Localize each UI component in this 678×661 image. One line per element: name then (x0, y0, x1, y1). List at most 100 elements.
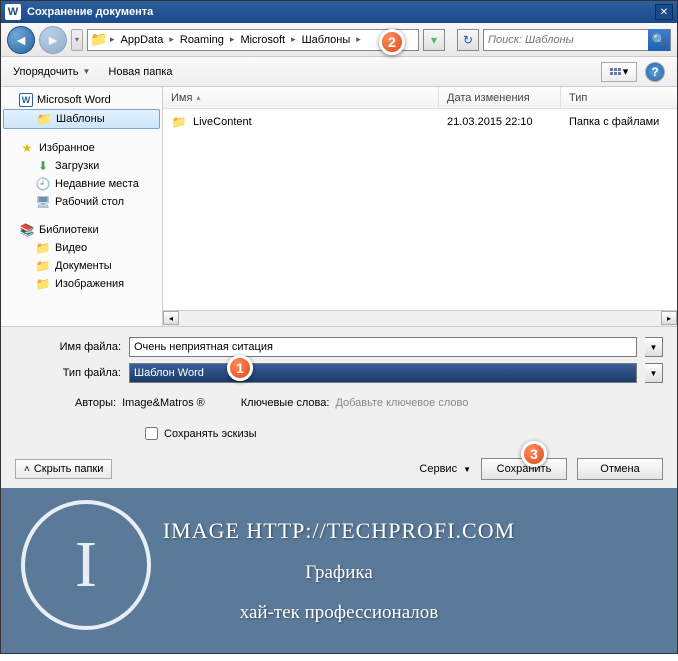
authors-label: Авторы: (75, 397, 116, 409)
breadcrumb-sep[interactable]: ▸ (228, 34, 237, 45)
column-type[interactable]: Тип (561, 87, 677, 108)
sidebar-item-favorites[interactable]: ★ Избранное (1, 139, 162, 157)
file-date: 21.03.2015 22:10 (439, 113, 561, 131)
sidebar-item-desktop[interactable]: 🖥 Рабочий стол (1, 193, 162, 211)
chevron-down-icon: ▼ (82, 67, 90, 76)
file-list-body[interactable]: 📁 LiveContent 21.03.2015 22:10 Папка с ф… (163, 109, 677, 310)
chevron-up-icon: ˄ (24, 464, 30, 475)
scroll-left-button[interactable]: ◂ (163, 311, 179, 325)
back-button[interactable]: ◄ (7, 26, 35, 54)
save-thumbnail-checkbox[interactable] (145, 427, 158, 440)
star-icon: ★ (19, 141, 35, 155)
sidebar-item-recent[interactable]: 🕘 Недавние места (1, 175, 162, 193)
filetype-dropdown[interactable]: ▼ (645, 363, 663, 383)
chevron-down-icon: ▼ (463, 465, 471, 474)
breadcrumb-item[interactable]: Microsoft (236, 32, 289, 48)
chevron-down-icon: ▾ (623, 65, 629, 78)
cancel-button[interactable]: Отмена (577, 458, 663, 480)
sidebar-tree[interactable]: W Microsoft Word 📁 Шаблоны ★ Избранное ⬇… (1, 87, 163, 326)
refresh-button[interactable]: ↻ (457, 29, 479, 51)
filename-label: Имя файла: (15, 341, 121, 353)
keywords-hint[interactable]: Добавьте ключевое слово (335, 397, 468, 409)
authors-value[interactable]: Image&Matros ® (122, 397, 205, 409)
brand-tagline-2: хай-тек профессионалов (240, 602, 439, 624)
sidebar-item-label: Рабочий стол (55, 196, 124, 208)
tools-menu[interactable]: Сервис ▼ (419, 463, 471, 475)
breadcrumb-item[interactable]: Roaming (176, 32, 228, 48)
brand-logo: I (21, 500, 151, 630)
hide-folders-label: Скрыть папки (34, 463, 104, 475)
callout-marker-1: 1 (227, 355, 253, 381)
window-titlebar: W Сохранение документа ✕ (1, 1, 677, 23)
recent-icon: 🕘 (35, 177, 51, 191)
sidebar-item-label: Избранное (39, 142, 95, 154)
horizontal-scrollbar[interactable]: ◂ ▸ (163, 310, 677, 326)
folder-icon: 📁 (36, 112, 52, 126)
filename-input[interactable] (129, 337, 637, 357)
file-name: LiveContent (193, 116, 252, 128)
save-thumbnail-label: Сохранять эскизы (164, 428, 257, 440)
folder-icon: 📁 (90, 31, 108, 49)
breadcrumb-sep[interactable]: ▸ (167, 34, 176, 45)
breadcrumb-bar[interactable]: 📁 ▸ AppData ▸ Roaming ▸ Microsoft ▸ Шабл… (87, 29, 419, 51)
hide-folders-button[interactable]: ˄ Скрыть папки (15, 459, 112, 479)
organize-menu[interactable]: Упорядочить ▼ (13, 66, 90, 78)
new-folder-button[interactable]: Новая папка (108, 66, 172, 78)
view-mode-button[interactable]: ▾ (601, 62, 637, 82)
sidebar-item-label: Microsoft Word (37, 94, 111, 106)
history-dropdown[interactable]: ▾ (71, 29, 83, 51)
folder-icon: 📁 (171, 115, 187, 129)
search-box[interactable]: 🔍 (483, 29, 671, 51)
filetype-select[interactable]: Шаблон Word (129, 363, 637, 383)
brand-url: IMAGE HTTP://TECHPROFI.COM (163, 518, 515, 544)
sidebar-item-label: Изображения (55, 278, 124, 290)
organize-label: Упорядочить (13, 66, 78, 78)
sidebar-item-images[interactable]: 📁 Изображения (1, 275, 162, 293)
sidebar-item-msword[interactable]: W Microsoft Word (1, 91, 162, 109)
column-name[interactable]: Имя ▴ (163, 87, 439, 108)
brand-footer: I IMAGE HTTP://TECHPROFI.COM Графика хай… (1, 488, 677, 653)
sidebar-item-downloads[interactable]: ⬇ Загрузки (1, 157, 162, 175)
new-folder-label: Новая папка (108, 66, 172, 78)
grid-icon (610, 68, 621, 75)
close-button[interactable]: ✕ (655, 4, 673, 20)
toolbar: Упорядочить ▼ Новая папка ▾ ? (1, 57, 677, 87)
navigation-bar: ◄ ► ▾ 📁 ▸ AppData ▸ Roaming ▸ Microsoft … (1, 23, 677, 57)
sidebar-item-label: Видео (55, 242, 87, 254)
sidebar-item-video[interactable]: 📁 Видео (1, 239, 162, 257)
help-button[interactable]: ? (645, 62, 665, 82)
brand-logo-letter: I (75, 527, 97, 603)
sidebar-item-templates[interactable]: 📁 Шаблоны (3, 109, 160, 129)
sidebar-item-label: Библиотеки (39, 224, 99, 236)
search-input[interactable] (484, 34, 648, 46)
search-button[interactable]: 🔍 (648, 29, 670, 51)
sidebar-item-documents[interactable]: 📁 Документы (1, 257, 162, 275)
library-icon: 📚 (19, 223, 35, 237)
file-type: Папка с файлами (561, 113, 677, 131)
forward-button[interactable]: ► (39, 26, 67, 54)
breadcrumb-item[interactable]: AppData (117, 32, 168, 48)
table-row[interactable]: 📁 LiveContent 21.03.2015 22:10 Папка с ф… (163, 109, 677, 135)
file-list-header: Имя ▴ Дата изменения Тип (163, 87, 677, 109)
filetype-value: Шаблон Word (134, 367, 204, 379)
column-label: Имя (171, 92, 192, 104)
sidebar-item-label: Недавние места (55, 178, 139, 190)
scroll-right-button[interactable]: ▸ (661, 311, 677, 325)
callout-marker-2: 2 (379, 29, 405, 55)
breadcrumb-sep[interactable]: ▸ (354, 34, 363, 45)
folder-icon: 📁 (35, 277, 51, 291)
tools-label: Сервис (419, 463, 457, 475)
download-icon: ⬇ (35, 159, 51, 173)
breadcrumb-item[interactable]: Шаблоны (298, 32, 355, 48)
brand-tagline-1: Графика (305, 562, 373, 584)
word-icon: W (19, 93, 33, 107)
path-dropdown-button[interactable]: ▾ (423, 29, 445, 51)
callout-marker-3: 3 (521, 441, 547, 467)
filename-dropdown[interactable]: ▼ (645, 337, 663, 357)
sort-icon: ▴ (196, 93, 200, 102)
sidebar-item-libraries[interactable]: 📚 Библиотеки (1, 221, 162, 239)
column-date[interactable]: Дата изменения (439, 87, 561, 108)
sidebar-item-label: Документы (55, 260, 112, 272)
breadcrumb-sep[interactable]: ▸ (108, 34, 117, 45)
breadcrumb-sep[interactable]: ▸ (289, 34, 298, 45)
